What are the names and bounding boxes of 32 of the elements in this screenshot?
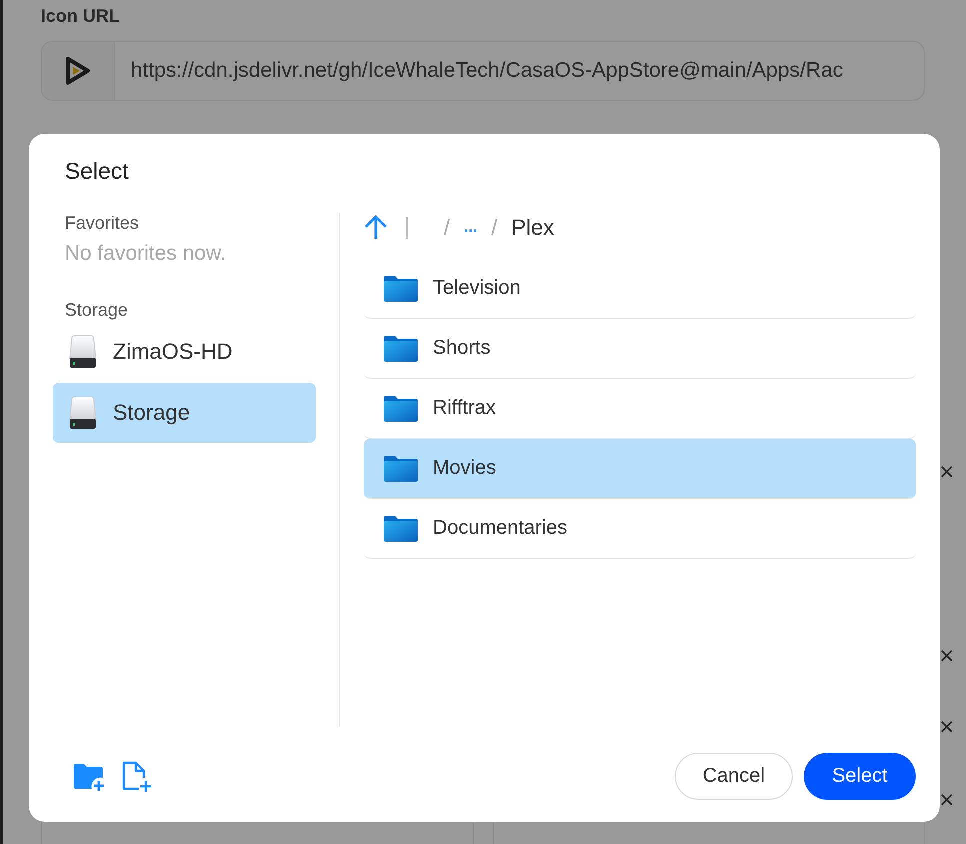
empty-message: No favorites now. [64, 242, 228, 266]
close-icon[interactable] [941, 650, 953, 662]
close-icon[interactable] [941, 466, 953, 478]
folder-row[interactable]: Television [364, 259, 916, 319]
folder-icon [383, 394, 419, 422]
folder-icon [383, 454, 419, 482]
close-icon[interactable] [941, 794, 953, 806]
folder-row[interactable]: Documentaries [364, 499, 916, 559]
play-logo-icon [64, 56, 92, 86]
close-icon[interactable] [941, 721, 953, 733]
breadcrumb-current: Plex [512, 215, 554, 241]
select-button[interactable]: Select [804, 753, 916, 800]
dialog-title: Select [64, 158, 130, 185]
new-file-icon[interactable] [121, 760, 153, 792]
folder-icon [383, 274, 419, 302]
section-heading: Storage [64, 300, 130, 321]
section-heading: Favorites [64, 213, 140, 234]
up-arrow-icon[interactable] [364, 215, 388, 241]
field-label: Icon URL [41, 6, 121, 27]
new-folder-icon[interactable] [73, 762, 107, 792]
folder-row[interactable]: Movies [364, 439, 916, 499]
drive-icon [67, 335, 99, 369]
folder-icon [383, 514, 419, 542]
folder-icon [383, 334, 419, 362]
folder-row[interactable]: Shorts [364, 319, 916, 379]
storage-item[interactable]: ZimaOS-HD [53, 322, 316, 382]
storage-item[interactable]: Storage [53, 383, 316, 443]
path-separator: / [491, 215, 498, 241]
path-separator: / [444, 215, 450, 241]
drive-icon [67, 396, 99, 430]
cancel-button[interactable]: Cancel [675, 753, 793, 800]
icon-url-field[interactable]: https://cdn.jsdelivr.net/gh/IceWhaleTech/CasaOS-AppStore@main/Apps/Rac [41, 41, 925, 101]
